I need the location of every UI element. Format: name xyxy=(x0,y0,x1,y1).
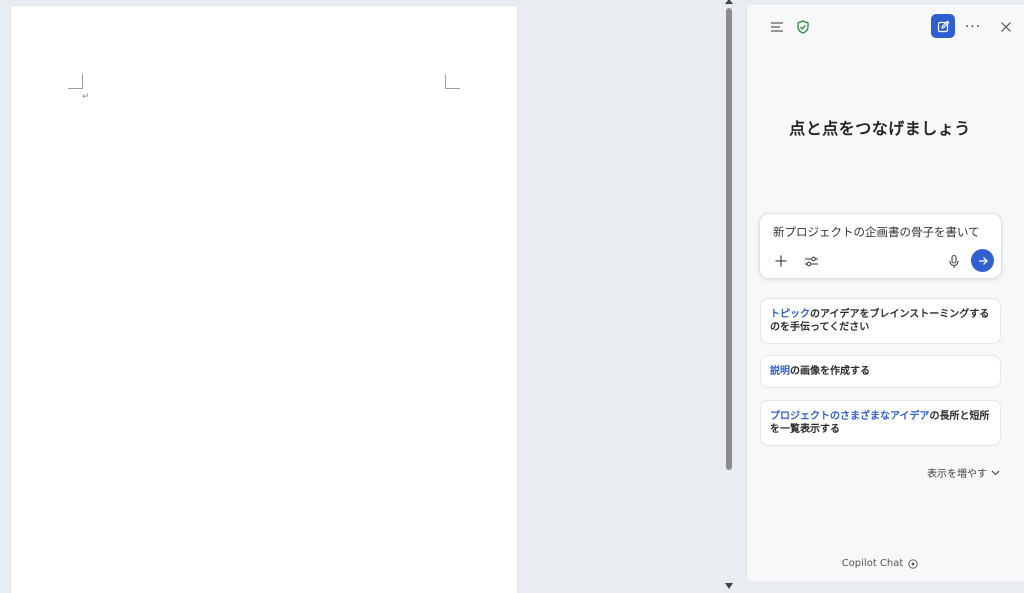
close-icon xyxy=(1001,22,1011,32)
suggestion-highlight: プロジェクトのさまざまなアイデア xyxy=(770,411,930,422)
sliders-icon xyxy=(804,256,818,266)
shield-check-icon xyxy=(797,20,809,34)
new-chat-button[interactable] xyxy=(931,14,955,38)
suggestion-card-brainstorm[interactable]: トピックのアイデアをブレインストーミングするのを手伝ってください xyxy=(760,298,1001,344)
suggestion-text: の画像を作成する xyxy=(790,366,870,377)
add-attachment-button[interactable] xyxy=(770,250,792,272)
close-pane-button[interactable] xyxy=(994,15,1018,39)
suggestion-card-pros-cons[interactable]: プロジェクトのさまざまなアイデアの長所と短所を一覧表示する xyxy=(760,400,1001,446)
suggestion-card-image[interactable]: 説明の画像を作成する xyxy=(760,355,1001,388)
crop-mark-top-right xyxy=(445,74,460,89)
plus-icon xyxy=(775,255,787,267)
footer-label: Copilot Chat xyxy=(841,558,904,569)
vertical-scrollbar[interactable] xyxy=(722,0,736,593)
prompt-settings-button[interactable] xyxy=(800,250,822,272)
voice-input-button[interactable] xyxy=(943,250,965,272)
show-more-link[interactable]: 表示を増やす xyxy=(927,465,1000,480)
document-canvas[interactable]: ↵ xyxy=(0,0,722,593)
chat-input-box[interactable]: 新プロジェクトの企画書の骨子を書いて xyxy=(759,213,1002,279)
more-options-button[interactable]: ··· xyxy=(961,15,985,39)
menu-button[interactable] xyxy=(765,15,789,39)
send-button[interactable] xyxy=(971,249,994,272)
app-window: ↵ ··· 点と点をつなげましょう 新プロジェクトの企画書の骨子を書いて トピッ… xyxy=(0,0,1024,593)
copilot-pane: ··· 点と点をつなげましょう 新プロジェクトの企画書の骨子を書いて トピックの… xyxy=(746,5,1024,581)
scroll-down-arrow[interactable] xyxy=(725,583,733,589)
pane-header: ··· xyxy=(747,5,1024,47)
paragraph-mark: ↵ xyxy=(82,92,90,102)
info-icon[interactable] xyxy=(908,558,918,569)
protection-status-button[interactable] xyxy=(791,15,815,39)
microphone-icon xyxy=(949,254,959,268)
greeting-heading: 点と点をつなげましょう xyxy=(789,119,971,138)
more-icon: ··· xyxy=(964,19,982,35)
suggestion-highlight: 説明 xyxy=(770,366,790,377)
arrow-right-icon xyxy=(978,256,988,265)
document-page[interactable]: ↵ xyxy=(11,6,517,593)
suggestion-highlight: トピック xyxy=(770,309,810,320)
pane-footer: Copilot Chat xyxy=(747,558,1013,569)
chevron-down-icon xyxy=(991,470,1000,475)
menu-icon xyxy=(771,22,783,32)
compose-icon xyxy=(937,19,950,32)
chat-input-text[interactable]: 新プロジェクトの企画書の骨子を書いて xyxy=(773,224,980,240)
scroll-up-arrow[interactable] xyxy=(725,0,733,4)
scroll-thumb[interactable] xyxy=(726,8,732,470)
crop-mark-top-left xyxy=(68,74,83,89)
show-more-label: 表示を増やす xyxy=(927,469,987,480)
